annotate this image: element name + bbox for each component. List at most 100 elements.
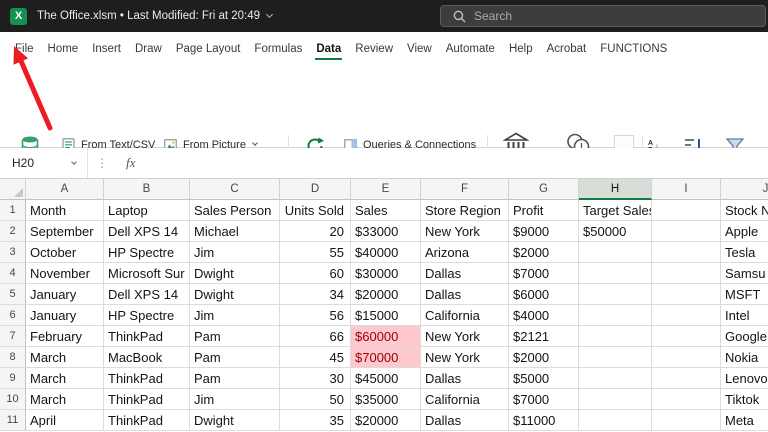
cell-J4[interactable]: Samsu — [721, 263, 768, 284]
tab-home[interactable]: Home — [41, 32, 86, 65]
cell-D5[interactable]: 34 — [280, 284, 351, 305]
cell-D11[interactable]: 35 — [280, 410, 351, 431]
column-header-J[interactable]: J — [721, 179, 768, 200]
cell-D10[interactable]: 50 — [280, 389, 351, 410]
cell-A6[interactable]: January — [26, 305, 104, 326]
cell-D1[interactable]: Units Sold — [280, 200, 351, 221]
cell-H1[interactable]: Target Sales — [579, 200, 652, 221]
document-title[interactable]: The Office.xlsm • Last Modified: Fri at … — [37, 10, 272, 22]
row-header-8[interactable]: 8 — [0, 347, 26, 368]
tab-file[interactable]: File — [8, 32, 41, 65]
cell-A1[interactable]: Month — [26, 200, 104, 221]
cell-I7[interactable] — [652, 326, 721, 347]
column-header-B[interactable]: B — [104, 179, 190, 200]
cell-B11[interactable]: ThinkPad — [104, 410, 190, 431]
cell-J3[interactable]: Tesla — [721, 242, 768, 263]
cell-I5[interactable] — [652, 284, 721, 305]
cell-E3[interactable]: $40000 — [351, 242, 421, 263]
cell-H5[interactable] — [579, 284, 652, 305]
cell-G10[interactable]: $7000 — [509, 389, 579, 410]
fx-icon[interactable]: fx — [126, 155, 135, 171]
tab-page-layout[interactable]: Page Layout — [169, 32, 248, 65]
cell-A10[interactable]: March — [26, 389, 104, 410]
cell-H10[interactable] — [579, 389, 652, 410]
cell-C8[interactable]: Pam — [190, 347, 280, 368]
cell-C1[interactable]: Sales Person — [190, 200, 280, 221]
tab-acrobat[interactable]: Acrobat — [540, 32, 594, 65]
cell-E5[interactable]: $20000 — [351, 284, 421, 305]
cell-B5[interactable]: Dell XPS 14 — [104, 284, 190, 305]
name-box-dropdown-icon[interactable] — [71, 159, 77, 165]
cell-G11[interactable]: $11000 — [509, 410, 579, 431]
cell-J8[interactable]: Nokia — [721, 347, 768, 368]
cell-J5[interactable]: MSFT — [721, 284, 768, 305]
cell-G3[interactable]: $2000 — [509, 242, 579, 263]
cell-C7[interactable]: Pam — [190, 326, 280, 347]
cell-G7[interactable]: $2121 — [509, 326, 579, 347]
cell-A2[interactable]: September — [26, 221, 104, 242]
cell-E2[interactable]: $33000 — [351, 221, 421, 242]
excel-app-icon[interactable]: X — [10, 8, 27, 25]
cell-D4[interactable]: 60 — [280, 263, 351, 284]
cell-E8[interactable]: $70000 — [351, 347, 421, 368]
tab-functions[interactable]: FUNCTIONS — [593, 32, 674, 65]
cell-H11[interactable] — [579, 410, 652, 431]
cell-A5[interactable]: January — [26, 284, 104, 305]
cell-I9[interactable] — [652, 368, 721, 389]
cell-J7[interactable]: Google — [721, 326, 768, 347]
column-header-F[interactable]: F — [421, 179, 509, 200]
cell-G8[interactable]: $2000 — [509, 347, 579, 368]
cell-I11[interactable] — [652, 410, 721, 431]
cell-E1[interactable]: Sales — [351, 200, 421, 221]
cell-G5[interactable]: $6000 — [509, 284, 579, 305]
cell-J1[interactable]: Stock N — [721, 200, 768, 221]
cell-H7[interactable] — [579, 326, 652, 347]
row-header-1[interactable]: 1 — [0, 200, 26, 221]
cell-J6[interactable]: Intel — [721, 305, 768, 326]
cell-D6[interactable]: 56 — [280, 305, 351, 326]
cell-E11[interactable]: $20000 — [351, 410, 421, 431]
cell-B2[interactable]: Dell XPS 14 — [104, 221, 190, 242]
cell-I3[interactable] — [652, 242, 721, 263]
tab-draw[interactable]: Draw — [128, 32, 169, 65]
cell-I4[interactable] — [652, 263, 721, 284]
cell-B6[interactable]: HP Spectre — [104, 305, 190, 326]
row-header-9[interactable]: 9 — [0, 368, 26, 389]
cell-C5[interactable]: Dwight — [190, 284, 280, 305]
cell-B3[interactable]: HP Spectre — [104, 242, 190, 263]
cell-F5[interactable]: Dallas — [421, 284, 509, 305]
cell-H6[interactable] — [579, 305, 652, 326]
tab-automate[interactable]: Automate — [439, 32, 502, 65]
cell-J10[interactable]: Tiktok — [721, 389, 768, 410]
cell-I1[interactable] — [652, 200, 721, 221]
cell-B9[interactable]: ThinkPad — [104, 368, 190, 389]
cell-G9[interactable]: $5000 — [509, 368, 579, 389]
cell-J2[interactable]: Apple — [721, 221, 768, 242]
cell-D8[interactable]: 45 — [280, 347, 351, 368]
cell-A4[interactable]: November — [26, 263, 104, 284]
cell-F10[interactable]: California — [421, 389, 509, 410]
cell-G4[interactable]: $7000 — [509, 263, 579, 284]
cell-E9[interactable]: $45000 — [351, 368, 421, 389]
cell-B10[interactable]: ThinkPad — [104, 389, 190, 410]
cell-A9[interactable]: March — [26, 368, 104, 389]
cell-C3[interactable]: Jim — [190, 242, 280, 263]
tab-review[interactable]: Review — [348, 32, 400, 65]
cell-G6[interactable]: $4000 — [509, 305, 579, 326]
cell-I6[interactable] — [652, 305, 721, 326]
column-header-D[interactable]: D — [280, 179, 351, 200]
cell-A3[interactable]: October — [26, 242, 104, 263]
cell-H8[interactable] — [579, 347, 652, 368]
tab-data[interactable]: Data — [309, 32, 348, 65]
cell-B8[interactable]: MacBook — [104, 347, 190, 368]
cell-D2[interactable]: 20 — [280, 221, 351, 242]
row-header-4[interactable]: 4 — [0, 263, 26, 284]
cell-F7[interactable]: New York — [421, 326, 509, 347]
cell-J9[interactable]: Lenovo — [721, 368, 768, 389]
cell-F9[interactable]: Dallas — [421, 368, 509, 389]
cell-G2[interactable]: $9000 — [509, 221, 579, 242]
tab-help[interactable]: Help — [502, 32, 540, 65]
column-header-A[interactable]: A — [26, 179, 104, 200]
cell-H9[interactable] — [579, 368, 652, 389]
cell-B7[interactable]: ThinkPad — [104, 326, 190, 347]
